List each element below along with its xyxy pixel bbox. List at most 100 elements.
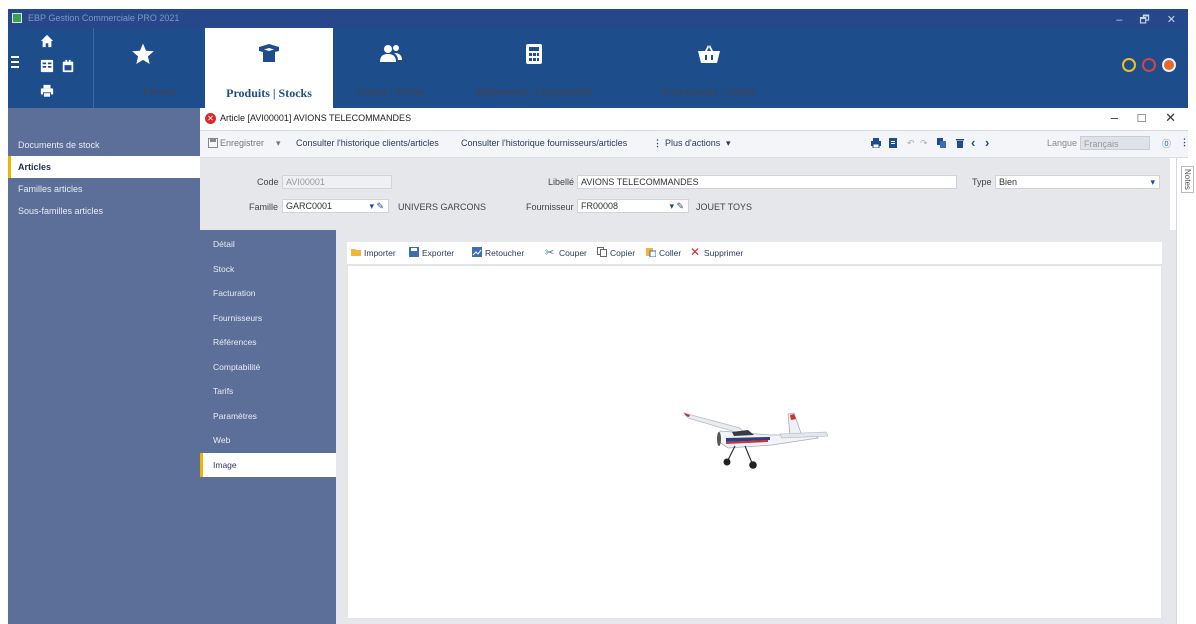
paste-icon [646,248,656,257]
hamburger-menu-icon[interactable] [11,56,19,68]
home-icon[interactable] [39,33,55,49]
retouch-icon [472,247,482,257]
delete-button[interactable]: Supprimer [704,248,743,258]
sidebar-item-stock-documents[interactable]: Documents de stock [8,134,200,156]
ribbon-tab-payments-accounting[interactable]: Règlements | Comptabilité [448,28,620,108]
fournisseur-select[interactable]: FR00008 ▾ ✎ [577,199,689,213]
chevron-down-edit-icon: ▾ ✎ [369,201,384,211]
tab-billing[interactable]: Facturation [200,281,336,306]
type-select[interactable]: Bien ▾ [995,175,1160,189]
ribbon-tab-label: Fournisseurs | Achats [662,86,756,98]
tab-references[interactable]: Références [200,330,336,355]
language-label: Langue [1047,138,1078,148]
retouch-button[interactable]: Retoucher [485,248,524,258]
tab-accounting[interactable]: Comptabilité [200,355,336,380]
document-close-button[interactable]: ✕ [1165,110,1176,125]
type-label: Type [972,177,992,187]
box-icon [205,42,333,66]
close-button[interactable]: ✕ [1167,14,1176,26]
app-icon [12,13,22,23]
ribbon-tab-suppliers-purchases[interactable]: Fournisseurs | Achats [633,28,785,108]
sidebar-item-articles[interactable]: Articles [8,156,200,178]
document-maximize-button[interactable]: □ [1138,110,1146,125]
code-field[interactable]: AVI00001 [282,175,392,189]
ribbon-favorites-label: Favoris [143,86,176,98]
restore-button[interactable]: 🗗 [1139,14,1149,26]
account-icon[interactable] [1162,58,1176,72]
cut-button[interactable]: Couper [559,248,587,258]
type-value: Bien [999,177,1018,187]
tab-image[interactable]: Image [200,452,336,477]
duplicate-icon[interactable] [937,138,947,148]
print-icon[interactable] [39,83,55,99]
document-icon[interactable] [888,138,898,148]
ribbon-tab-products-stocks[interactable]: Produits | Stocks [205,28,333,108]
suppliers-history-button[interactable]: Consulter l'historique fournisseurs/arti… [461,138,627,148]
more-actions-button[interactable]: Plus d'actions [665,138,720,148]
ribbon-tab-label: Produits | Stocks [226,86,312,100]
tab-prices[interactable]: Tarifs [200,379,336,404]
close-document-icon[interactable]: ✕ [205,113,216,124]
paste-button[interactable]: Coller [659,248,681,258]
copy-button[interactable]: Copier [610,248,635,258]
ribbon-tab-label: Règlements | Comptabilité [475,86,593,98]
document-title: Article [AVI00001] AVIONS TELECOMMANDES [220,113,412,123]
famille-select[interactable]: GARC0001 ▾ ✎ [282,199,389,213]
clients-history-button[interactable]: Consulter l'historique clients/articles [296,138,439,148]
sidebar-item-article-families[interactable]: Familles articles [8,178,200,200]
ribbon-right-icons [1122,58,1176,72]
kebab-menu-icon[interactable]: ⋮ [1180,137,1189,148]
ribbon-tab-label: Clients | Ventes [356,86,425,98]
document-controls: – □ ✕ [1095,110,1176,126]
sidebar-item-article-subfamilies[interactable]: Sous-familles articles [8,200,200,222]
sync-icon[interactable] [1122,58,1136,72]
save-dropdown-icon[interactable]: ▾ [276,138,281,149]
redo-icon[interactable]: ↷ [920,138,928,149]
language-select[interactable]: Français [1080,136,1150,150]
copy-icon [597,247,607,257]
scissors-icon: ✂ [545,247,555,259]
document-minimize-button[interactable]: – [1111,110,1118,125]
window-title: EBP Gestion Commerciale PRO 2021 [28,13,180,23]
tab-web[interactable]: Web [200,428,336,453]
fournisseur-label: Fournisseur [526,202,574,212]
ribbon-favorites[interactable]: Favoris [103,28,183,108]
help-icon[interactable]: ⓪ [1162,137,1171,150]
document-header: ✕ Article [AVI00001] AVIONS TELECOMMANDE… [200,108,1188,131]
notes-tab[interactable]: Notes [1181,166,1194,193]
save-button[interactable]: Enregistrer [220,138,264,148]
notes-side-panel[interactable]: Notes [1176,158,1196,624]
previous-icon[interactable]: ‹ [971,135,975,150]
list-view-icon[interactable] [39,58,55,74]
save-icon [208,138,218,148]
chevron-down-icon: ▾ [1150,177,1155,187]
article-image [682,412,829,469]
window-title-bar: EBP Gestion Commerciale PRO 2021 – 🗗 ✕ [8,9,1188,28]
minimize-button[interactable]: – [1116,14,1122,26]
star-icon [103,42,183,66]
fournisseur-description: JOUET TOYS [696,202,753,212]
more-actions-dropdown-icon[interactable]: ▾ [726,138,731,149]
undo-icon[interactable]: ↶ [907,138,915,149]
famille-label: Famille [249,202,279,212]
famille-value: GARC0001 [286,201,333,211]
next-icon[interactable]: › [985,135,989,150]
calculator-icon [448,42,620,66]
users-icon [333,42,448,66]
folder-icon [351,249,361,256]
tab-suppliers[interactable]: Fournisseurs [200,306,336,331]
print-icon[interactable] [871,138,881,148]
tab-settings[interactable]: Paramètres [200,404,336,429]
article-tabs: Détail Stock Facturation Fournisseurs Ré… [200,230,336,624]
export-button[interactable]: Exporter [422,248,454,258]
calendar-icon[interactable] [60,58,76,74]
tab-detail[interactable]: Détail [200,232,336,257]
import-button[interactable]: Importer [364,248,396,258]
libelle-field[interactable]: AVIONS TELECOMMANDES [577,175,957,189]
left-navigation: Documents de stock Articles Familles art… [8,108,200,624]
delete-icon[interactable] [955,138,965,148]
help-icon[interactable] [1142,58,1156,72]
tab-stock[interactable]: Stock [200,257,336,282]
famille-description: UNIVERS GARCONS [398,202,487,212]
ribbon-tab-clients-sales[interactable]: Clients | Ventes [333,28,448,108]
